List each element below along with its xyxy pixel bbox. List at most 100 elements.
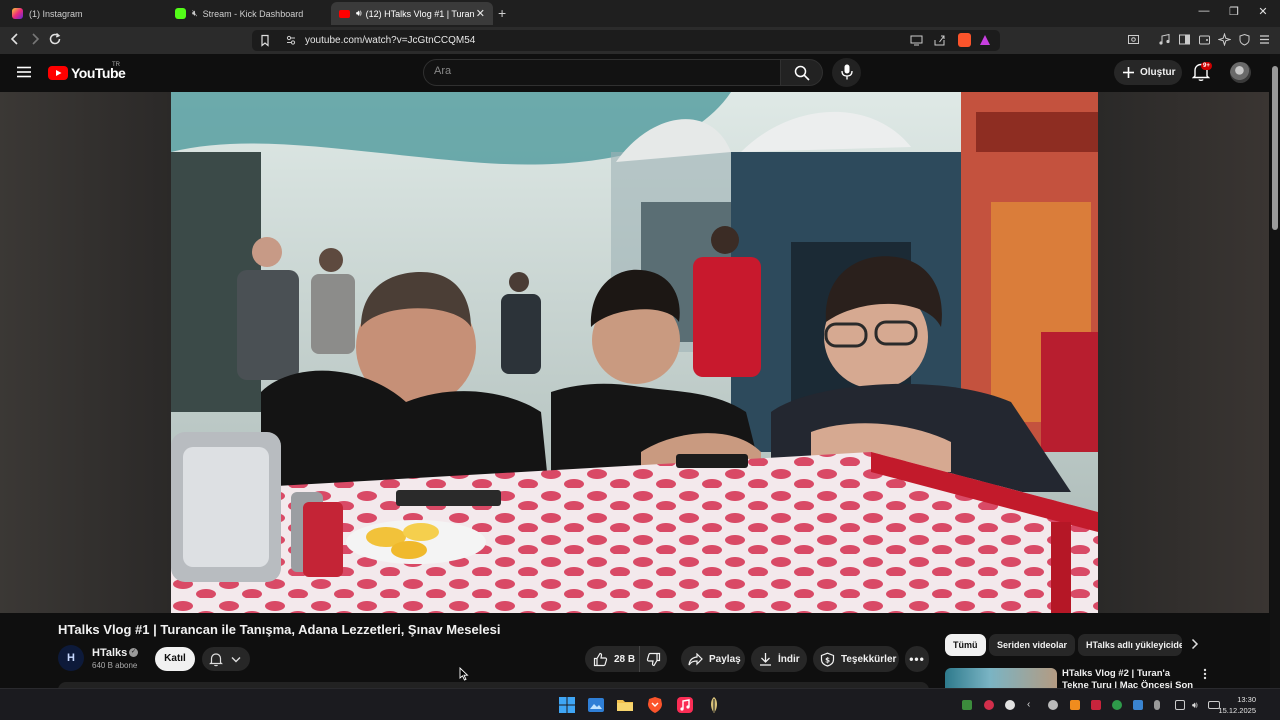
forward-icon[interactable]	[29, 32, 41, 46]
tray-app-icon[interactable]	[1091, 700, 1101, 710]
thumbs-up-icon	[593, 652, 608, 666]
verified-check-icon: ✓	[129, 648, 138, 657]
tab-label: (1) Instagram	[29, 8, 83, 19]
youtube-masthead: YouTube TR Oluştur 9+	[0, 54, 1280, 92]
tray-app-icon[interactable]	[1133, 700, 1143, 710]
page-scrollbar[interactable]	[1270, 54, 1280, 688]
tray-app-icon[interactable]	[1005, 700, 1015, 710]
ambient-backdrop-left	[0, 92, 171, 613]
recommended-video-title[interactable]: HTalks Vlog #2 | Turan'a Tekne Turu | Ma…	[1062, 668, 1198, 688]
share-arrow-icon	[688, 652, 703, 665]
voice-search-button[interactable]	[832, 58, 861, 87]
cast-icon[interactable]	[910, 34, 924, 48]
tab-instagram[interactable]: (1) Instagram	[4, 2, 166, 25]
sidebar-toggle-icon[interactable]	[1178, 33, 1192, 47]
browser-menu-icon[interactable]	[1258, 33, 1272, 47]
chip-all[interactable]: Tümü	[945, 634, 986, 656]
subscription-bell-button[interactable]	[202, 647, 250, 671]
notification-count-badge: 9+	[1201, 62, 1212, 70]
search-button[interactable]	[781, 59, 823, 86]
search-icon	[794, 65, 810, 81]
minimize-icon[interactable]: —	[1197, 5, 1211, 17]
tab-label: (12) HTalks Vlog #1 | Turancan ile Tanış…	[365, 8, 474, 19]
vpn-shield-icon[interactable]	[1238, 33, 1252, 47]
leo-ai-icon[interactable]	[1218, 33, 1232, 47]
create-button[interactable]: Oluştur	[1114, 60, 1182, 85]
subscriber-count: 640 B abone	[92, 661, 138, 670]
thumbs-down-icon	[646, 652, 661, 666]
windows-start-icon[interactable]	[558, 696, 576, 714]
bell-icon	[209, 653, 223, 667]
file-explorer-icon[interactable]	[616, 696, 634, 714]
tray-app-icon[interactable]	[1112, 700, 1122, 710]
chip-from-uploader[interactable]: HTalks adlı yükleyiciden	[1078, 634, 1182, 656]
download-icon	[760, 653, 771, 666]
tab-label: Stream - Kick Dashboard	[202, 8, 304, 19]
brave-rewards-icon[interactable]	[979, 34, 993, 48]
music-app-icon[interactable]	[676, 696, 694, 714]
youtube-play-icon	[48, 66, 68, 80]
site-settings-icon[interactable]	[285, 34, 299, 48]
back-icon[interactable]	[9, 32, 21, 46]
recommended-video-thumbnail[interactable]	[945, 668, 1057, 688]
share-label: Paylaş	[709, 653, 741, 665]
microphone-icon	[840, 64, 853, 80]
windows-taskbar: ‹ 🔊︎ 13:30 15.12.2025	[0, 688, 1280, 720]
taskbar-clock[interactable]: 13:30 15.12.2025	[1218, 694, 1256, 716]
tab-kick-dashboard[interactable]: 🔇︎ Stream - Kick Dashboard	[167, 2, 329, 25]
thanks-button[interactable]: $ Teşekkürler	[813, 646, 899, 672]
reload-icon[interactable]	[48, 32, 62, 46]
tray-chevron-icon[interactable]: ‹	[1027, 700, 1037, 710]
tray-app-icon[interactable]	[984, 700, 994, 710]
chip-series-videos[interactable]: Seriden videolar	[989, 634, 1076, 656]
screenshot-icon[interactable]	[1127, 33, 1141, 47]
browser-toolbar: youtube.com/watch?v=JcGtnCCQM54	[0, 27, 1280, 54]
tray-app-icon[interactable]	[962, 700, 972, 710]
share-button[interactable]: Paylaş	[681, 646, 745, 672]
account-avatar[interactable]	[1230, 62, 1251, 83]
video-title: HTalks Vlog #1 | Turancan ile Tanışma, A…	[58, 622, 501, 637]
scrollbar-thumb[interactable]	[1272, 66, 1278, 230]
tray-app-icon[interactable]	[1048, 700, 1058, 710]
close-tab-icon[interactable]: ✕	[476, 7, 485, 20]
microphone-tray-icon[interactable]	[1154, 700, 1160, 710]
guide-menu-icon[interactable]	[17, 66, 31, 78]
join-button[interactable]: Katıl	[155, 647, 195, 671]
restore-icon[interactable]: ❐	[1227, 5, 1241, 18]
tab-youtube-video[interactable]: 🔊︎ (12) HTalks Vlog #1 | Turancan ile Ta…	[331, 2, 493, 25]
new-tab-button[interactable]: +	[498, 5, 506, 21]
search-box[interactable]	[423, 59, 781, 86]
brave-shields-icon[interactable]	[958, 33, 971, 47]
address-bar[interactable]: youtube.com/watch?v=JcGtnCCQM54	[252, 30, 1000, 51]
speaker-icon: 🔊︎	[356, 8, 362, 18]
bookmark-icon[interactable]	[259, 34, 273, 48]
brave-browser-icon[interactable]	[646, 696, 664, 714]
super-thanks-icon: $	[820, 652, 835, 667]
browser-tab-bar: (1) Instagram 🔇︎ Stream - Kick Dashboard…	[0, 0, 1280, 27]
share-page-icon[interactable]	[933, 34, 947, 48]
network-icon[interactable]	[1175, 700, 1185, 710]
channel-name[interactable]: HTalks	[92, 647, 127, 659]
url-text: youtube.com/watch?v=JcGtnCCQM54	[305, 35, 476, 46]
video-player[interactable]: H	[0, 92, 1269, 613]
clock-time: 13:30	[1237, 695, 1256, 704]
media-controls-icon[interactable]	[1158, 33, 1172, 47]
widgets-icon[interactable]	[587, 696, 605, 714]
wallet-icon[interactable]	[1198, 33, 1212, 47]
dislike-button[interactable]	[640, 646, 667, 672]
download-button[interactable]: İndir	[751, 646, 807, 672]
instagram-icon	[12, 8, 23, 19]
more-actions-button[interactable]: •••	[905, 646, 929, 672]
volume-icon[interactable]: 🔊︎	[1192, 700, 1202, 710]
video-frame[interactable]	[171, 92, 1098, 613]
chevron-right-icon[interactable]	[1191, 638, 1199, 650]
more-vertical-icon[interactable]	[1203, 668, 1207, 680]
channel-avatar[interactable]: H	[58, 645, 84, 671]
search-input[interactable]	[434, 65, 764, 77]
like-button[interactable]: 28 B	[585, 646, 640, 672]
pinned-app-icon[interactable]	[705, 696, 723, 714]
create-label: Oluştur	[1140, 67, 1176, 78]
close-window-icon[interactable]: ✕	[1256, 5, 1270, 18]
tray-app-icon[interactable]	[1070, 700, 1080, 710]
clock-date: 15.12.2025	[1218, 706, 1256, 715]
